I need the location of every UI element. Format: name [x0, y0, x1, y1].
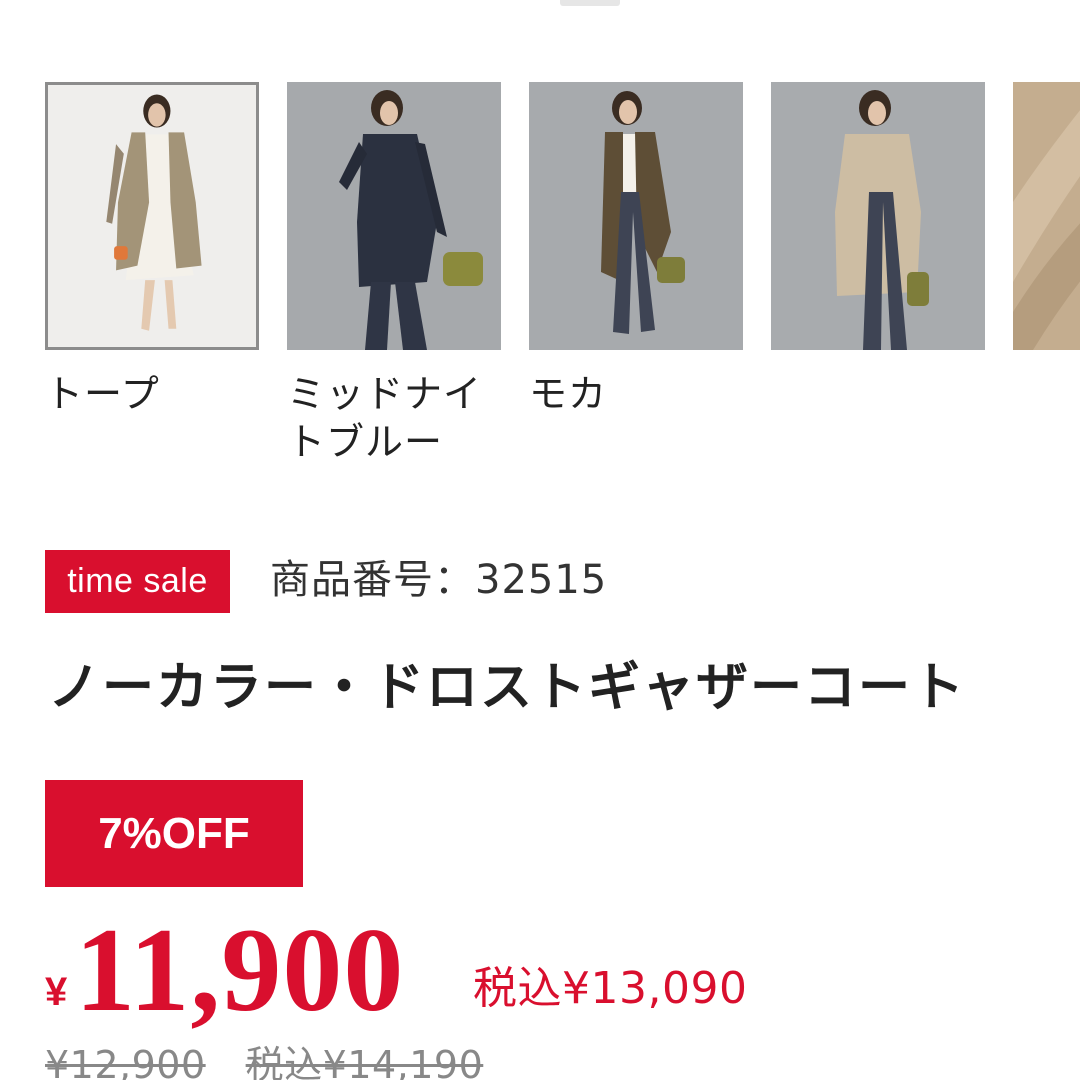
swatch-thumbnail[interactable] — [771, 82, 985, 350]
sale-price-tax-included: 税込¥13,090 — [473, 963, 748, 1014]
swatch-label: モカ — [529, 372, 608, 416]
color-swatch-carousel[interactable]: トープ ミッドナイトブルー モカ — [0, 82, 1080, 482]
product-title: ノーカラー・ドロストギャザーコート — [48, 658, 967, 718]
swatch-fabric[interactable] — [1013, 82, 1080, 370]
original-price: ¥12,900 税込¥14,190 — [45, 1040, 483, 1080]
original-price-value: ¥12,900 — [45, 1043, 206, 1080]
swatch-thumbnail[interactable] — [529, 82, 743, 350]
model-in-mocha-coat-image — [529, 82, 743, 350]
product-number: 商品番号：32515 — [270, 557, 608, 603]
model-in-midnight-blue-coat-image — [287, 82, 501, 350]
fabric-closeup-image — [1013, 82, 1080, 350]
swatch-thumbnail[interactable] — [45, 82, 259, 350]
swatch-taupe[interactable]: トープ — [45, 82, 259, 418]
discount-badge: 7%OFF — [45, 780, 303, 887]
model-in-taupe-coat-image — [48, 85, 256, 347]
swatch-thumbnail[interactable] — [287, 82, 501, 350]
model-in-beige-coat-image — [771, 82, 985, 350]
carousel-indicator — [560, 0, 620, 6]
time-sale-badge: time sale — [45, 550, 230, 613]
swatch-beige[interactable] — [771, 82, 985, 370]
swatch-thumbnail[interactable] — [1013, 82, 1080, 350]
currency-symbol: ¥ — [45, 970, 68, 1014]
sale-price: 11,900 — [75, 903, 405, 1036]
swatch-mocha[interactable]: モカ — [529, 82, 743, 418]
swatch-label: ミッドナイトブルー — [287, 372, 483, 464]
swatch-label: トープ — [45, 372, 160, 416]
swatch-midnight-blue[interactable]: ミッドナイトブルー — [287, 82, 501, 466]
original-price-tax-included: 税込¥14,190 — [245, 1043, 484, 1080]
product-page: トープ ミッドナイトブルー モカ time sale 商品番号：32515 ノー… — [0, 0, 1080, 1080]
